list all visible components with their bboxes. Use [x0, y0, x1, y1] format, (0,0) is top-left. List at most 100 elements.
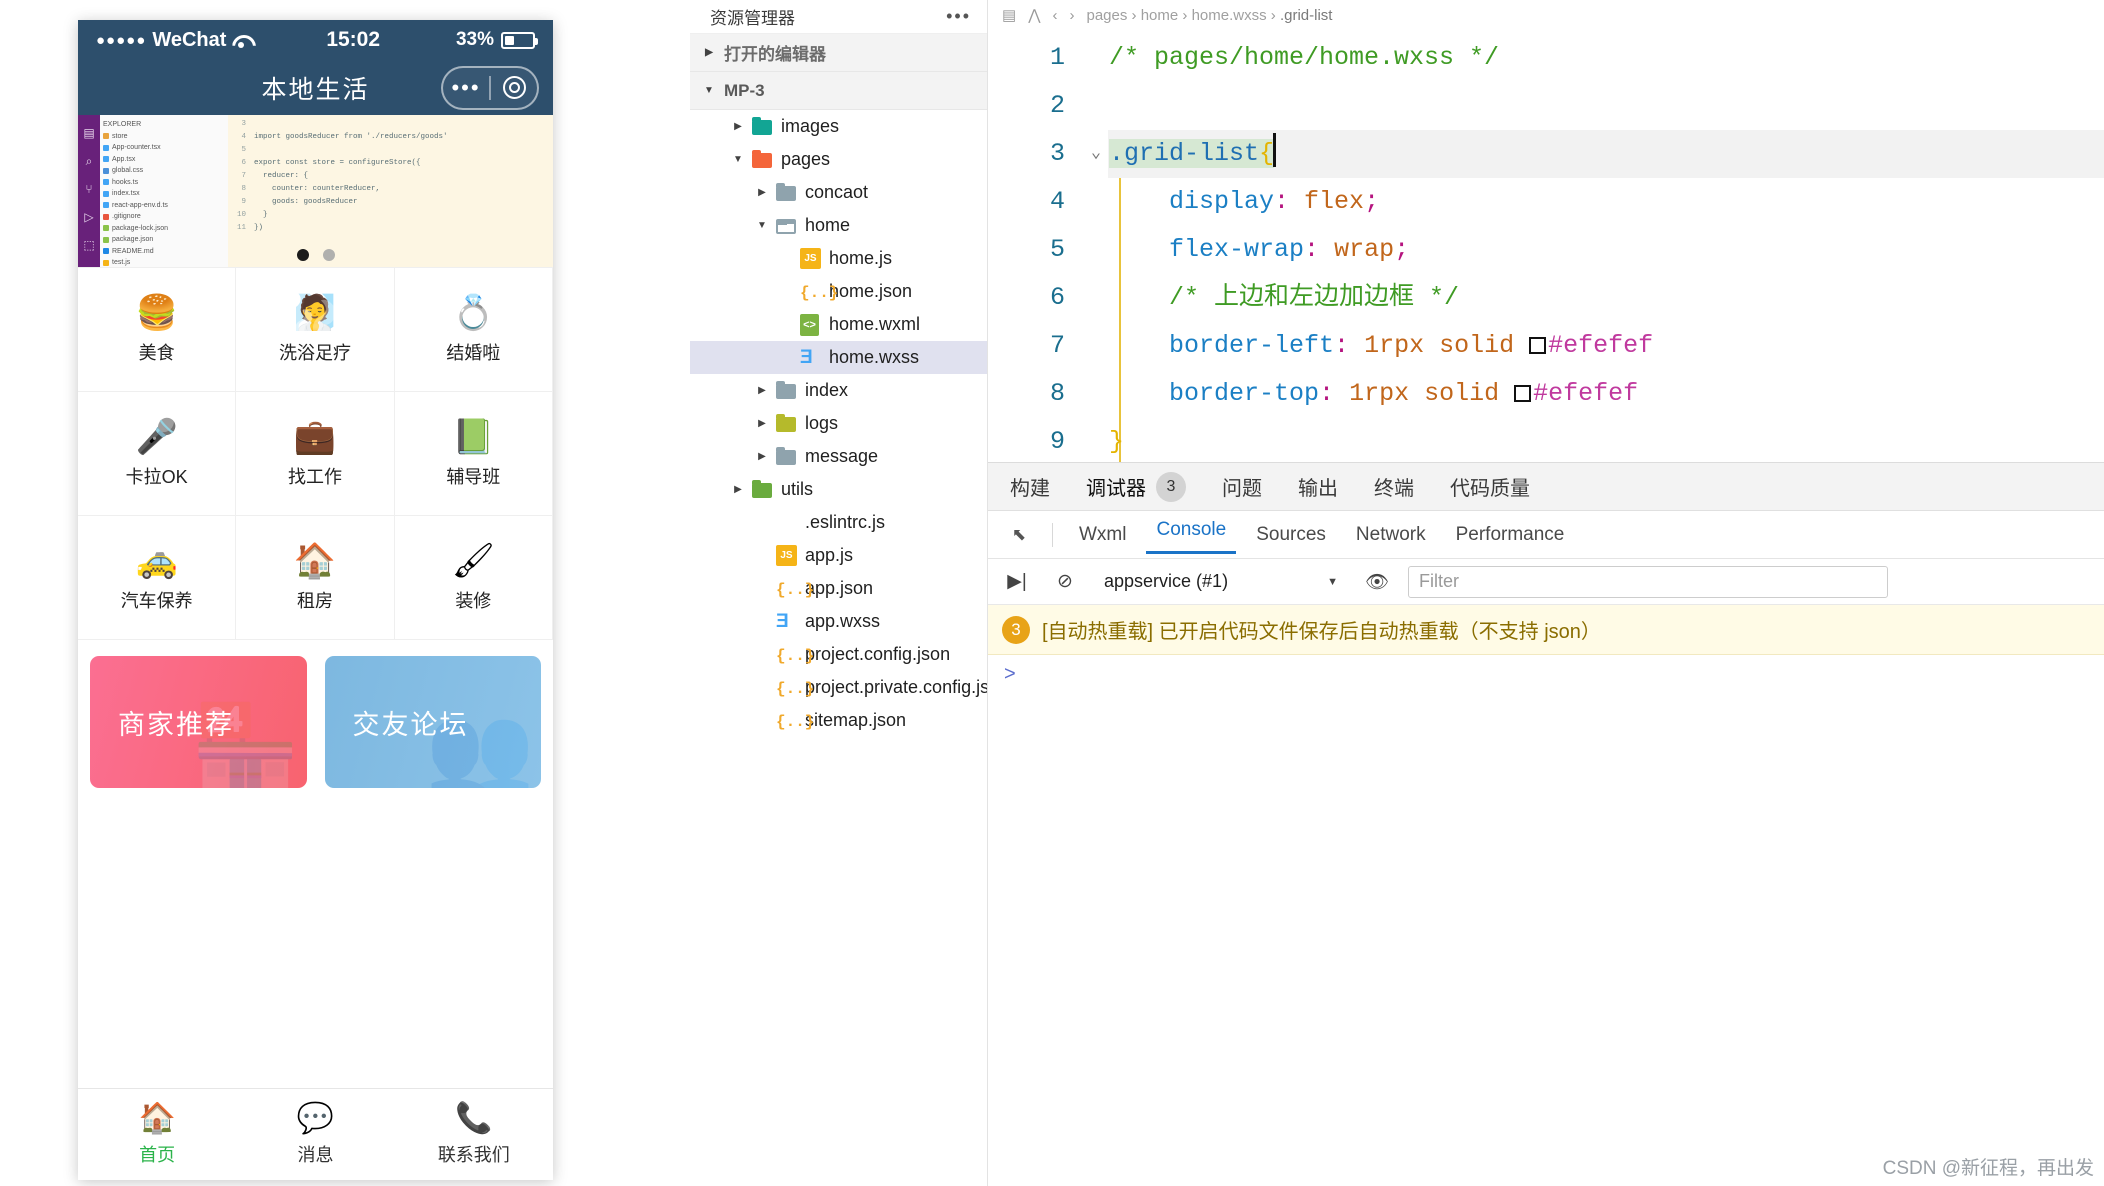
breadcrumb-item[interactable]: home.wxss: [1192, 7, 1267, 24]
tab-terminal[interactable]: 终端: [1374, 472, 1414, 501]
tab-output[interactable]: 输出: [1298, 472, 1338, 501]
battery-icon: [501, 32, 535, 49]
devtab-sources[interactable]: Sources: [1246, 520, 1336, 550]
nav-back-icon[interactable]: ‹: [1053, 7, 1058, 24]
clock-label: 15:02: [326, 28, 380, 52]
tree-item-label: app.json: [805, 578, 873, 599]
tree-item-sitemap-json[interactable]: {..}sitemap.json: [690, 704, 987, 737]
devtab-network[interactable]: Network: [1346, 520, 1436, 550]
chevron-right-icon[interactable]: [755, 418, 769, 429]
tab-problems[interactable]: 问题: [1222, 472, 1262, 501]
code-line[interactable]: 2: [988, 82, 2104, 130]
devtab-performance[interactable]: Performance: [1446, 520, 1575, 550]
grid-item-karaoke[interactable]: 🎤卡拉OK: [78, 392, 236, 516]
eye-icon[interactable]: 👁: [1360, 567, 1394, 597]
promo-card-merchant-recommend[interactable]: 商家推荐🏪: [90, 656, 307, 788]
grid-item-tutoring[interactable]: 📗辅导班: [395, 392, 553, 516]
tree-item-project-config-json[interactable]: {..}project.config.json: [690, 638, 987, 671]
fold-chevron-icon[interactable]: ⌄: [1083, 130, 1109, 178]
tab-contact[interactable]: 📞联系我们: [395, 1089, 553, 1180]
clear-console-icon[interactable]: ⊘: [1048, 567, 1082, 597]
color-swatch-icon[interactable]: [1529, 337, 1546, 354]
menu-icon[interactable]: ▤: [1002, 6, 1016, 24]
breadcrumb-item[interactable]: pages: [1087, 7, 1128, 24]
tree-item-utils[interactable]: utils: [690, 473, 987, 506]
console-prompt[interactable]: >: [988, 655, 2104, 694]
grid-item-wedding[interactable]: 💍结婚啦: [395, 268, 553, 392]
open-editors-section[interactable]: 打开的编辑器: [690, 34, 987, 72]
panel-tab-label: 调试器: [1086, 472, 1146, 501]
split-icon[interactable]: ⋀: [1028, 6, 1040, 24]
code-line[interactable]: 6 /* 上边和左边加边框 */: [988, 274, 2104, 322]
grid-item-food[interactable]: 🍔美食: [78, 268, 236, 392]
swiper-indicator-dots[interactable]: [297, 249, 335, 261]
promo-card-friends-forum[interactable]: 交友论坛👥: [325, 656, 542, 788]
code-line[interactable]: 7 border-left: 1rpx solid #efefef: [988, 322, 2104, 370]
tree-item-concaot[interactable]: concaot: [690, 176, 987, 209]
cursor-select-icon[interactable]: ⬉: [1002, 518, 1036, 552]
code-line[interactable]: 9}: [988, 418, 2104, 462]
tree-item-pages[interactable]: pages: [690, 143, 987, 176]
banner-tree-label: global.css: [112, 165, 143, 177]
tree-item-message[interactable]: message: [690, 440, 987, 473]
home-swiper-banner[interactable]: ▤⌕⑂▷⬚ EXPLORERstoreApp-counter.tsxApp.ts…: [78, 115, 553, 267]
code-line[interactable]: 1/* pages/home/home.wxss */: [988, 34, 2104, 82]
wechat-capsule-button[interactable]: •••: [441, 66, 539, 110]
code-line[interactable]: 8 border-top: 1rpx solid #efefef: [988, 370, 2104, 418]
tree-item-home[interactable]: home: [690, 209, 987, 242]
tree-item-app-js[interactable]: JSapp.js: [690, 539, 987, 572]
tree-item-project-private-config-js---[interactable]: {..}project.private.config.js...: [690, 671, 987, 704]
tab-home[interactable]: 🏠首页: [78, 1089, 236, 1180]
step-icon[interactable]: ▶|: [1000, 567, 1034, 597]
grid-item-bath-foot-massage[interactable]: 🧖洗浴足疗: [236, 268, 394, 392]
grid-item-car-maintenance[interactable]: 🚕汽车保养: [78, 516, 236, 640]
grid-item-label: 找工作: [288, 463, 342, 489]
breadcrumb-items[interactable]: pages › home › home.wxss › .grid-list: [1087, 7, 1333, 24]
tab-build[interactable]: 构建: [1010, 472, 1050, 501]
tree-item-logs[interactable]: logs: [690, 407, 987, 440]
devtab-console[interactable]: Console: [1146, 515, 1236, 554]
color-swatch-icon[interactable]: [1514, 385, 1531, 402]
grid-item-find-job[interactable]: 💼找工作: [236, 392, 394, 516]
console-filter-input[interactable]: Filter: [1408, 566, 1888, 598]
grid-item-rent-house[interactable]: 🏠租房: [236, 516, 394, 640]
breadcrumb-item[interactable]: home: [1141, 7, 1179, 24]
chevron-down-icon[interactable]: [731, 154, 745, 165]
chevron-right-icon[interactable]: [755, 451, 769, 462]
tab-message[interactable]: 💬消息: [236, 1089, 394, 1180]
code-lines[interactable]: 1/* pages/home/home.wxss */23⌄.grid-list…: [988, 30, 2104, 462]
code-line[interactable]: 4 display: flex;: [988, 178, 2104, 226]
explorer-panel: 资源管理器 ••• 打开的编辑器 MP-3 imagespagesconcaot…: [690, 0, 988, 1186]
breadcrumb-item[interactable]: .grid-list: [1280, 7, 1333, 24]
chevron-right-icon[interactable]: [731, 121, 745, 132]
grid-item-decoration[interactable]: 🖌装修: [395, 516, 553, 640]
tree-item-home-js[interactable]: JShome.js: [690, 242, 987, 275]
capsule-menu-button[interactable]: •••: [443, 77, 489, 99]
tree-item-home-wxss[interactable]: Ǝhome.wxss: [690, 341, 987, 374]
file-icon: [103, 225, 109, 231]
panel-tab-label: 输出: [1298, 472, 1338, 501]
console-context-select[interactable]: appservice (#1) ▼: [1096, 567, 1346, 597]
code-line[interactable]: 5 flex-wrap: wrap;: [988, 226, 2104, 274]
tree-item-index[interactable]: index: [690, 374, 987, 407]
chevron-right-icon[interactable]: [755, 187, 769, 198]
tree-item-app-wxss[interactable]: Ǝapp.wxss: [690, 605, 987, 638]
project-root-section[interactable]: MP-3: [690, 72, 988, 110]
tree-item-app-json[interactable]: {..}app.json: [690, 572, 987, 605]
grid-item-label: 卡拉OK: [126, 463, 188, 489]
code-line[interactable]: 3⌄.grid-list{: [988, 130, 2104, 178]
tab-debugger[interactable]: 调试器3: [1086, 472, 1186, 502]
chevron-right-icon[interactable]: [755, 385, 769, 396]
tree-item-images[interactable]: images: [690, 110, 987, 143]
tree-item-home-json[interactable]: {..}home.json: [690, 275, 987, 308]
capsule-close-button[interactable]: [491, 76, 537, 99]
devtab-wxml[interactable]: Wxml: [1069, 520, 1136, 550]
tree-item-home-wxml[interactable]: <>home.wxml: [690, 308, 987, 341]
tree-item--eslintrc-js[interactable]: .eslintrc.js: [690, 506, 987, 539]
banner-tree-row: store: [103, 131, 225, 143]
ellipsis-icon[interactable]: •••: [946, 6, 971, 27]
chevron-right-icon[interactable]: [731, 484, 745, 495]
nav-forward-icon[interactable]: ›: [1070, 7, 1075, 24]
tab-code-quality[interactable]: 代码质量: [1450, 472, 1530, 501]
chevron-down-icon[interactable]: [755, 220, 769, 231]
